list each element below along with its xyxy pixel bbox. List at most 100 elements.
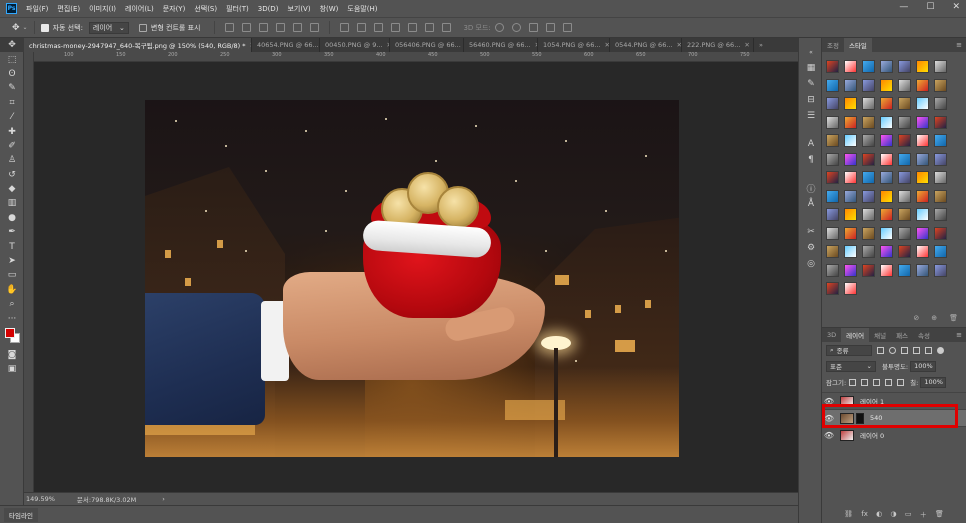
style-preset-swatch[interactable] bbox=[844, 152, 857, 166]
style-preset-swatch[interactable] bbox=[826, 282, 839, 295]
adjustments-panel-icon[interactable]: ⊟ bbox=[799, 92, 823, 108]
filter-toggle-icon[interactable] bbox=[937, 346, 944, 354]
style-preset-swatch[interactable] bbox=[934, 60, 947, 73]
tab-1054[interactable]: 1054.PNG @ 66... ✕ bbox=[538, 38, 610, 52]
style-preset-swatch[interactable] bbox=[880, 152, 893, 166]
style-preset-swatch[interactable] bbox=[826, 115, 839, 129]
style-preset-swatch[interactable] bbox=[844, 282, 857, 295]
tab-styles[interactable]: 스타일 bbox=[843, 38, 872, 52]
menu-help[interactable]: 도움말(H) bbox=[347, 4, 377, 14]
new-group-icon[interactable]: ▭ bbox=[905, 510, 912, 520]
style-preset-swatch[interactable] bbox=[934, 245, 947, 258]
style-preset-swatch[interactable] bbox=[880, 171, 893, 184]
style-preset-swatch[interactable] bbox=[934, 97, 947, 110]
shape-tool-icon[interactable]: ▭ bbox=[0, 268, 24, 282]
tab-paths[interactable]: 패스 bbox=[891, 328, 913, 342]
history-panel-icon[interactable]: ▦ bbox=[799, 60, 823, 76]
status-menu-arrow[interactable]: › bbox=[162, 495, 165, 503]
align-right-icon[interactable] bbox=[310, 23, 320, 32]
style-preset-swatch[interactable] bbox=[844, 78, 857, 92]
style-preset-swatch[interactable] bbox=[844, 263, 857, 277]
style-preset-swatch[interactable] bbox=[916, 60, 929, 73]
tab-056406[interactable]: 056406.PNG @ 66... ✕ bbox=[390, 38, 464, 52]
more-tools-icon[interactable]: ··· bbox=[0, 311, 24, 325]
zoom-tool-icon[interactable]: ⌕ bbox=[0, 297, 24, 311]
distribute-top-icon[interactable] bbox=[340, 23, 350, 32]
auto-select-checkbox[interactable] bbox=[40, 23, 49, 32]
style-preset-swatch[interactable] bbox=[844, 60, 857, 73]
brush-tool-icon[interactable]: ✐ bbox=[0, 139, 24, 153]
delete-style-icon[interactable]: 🗑 bbox=[949, 314, 958, 322]
menu-type[interactable]: 문자(Y) bbox=[163, 4, 186, 14]
style-preset-swatch[interactable] bbox=[826, 263, 839, 277]
menu-3d[interactable]: 3D(D) bbox=[258, 5, 279, 13]
distribute-hcenter-icon[interactable] bbox=[408, 23, 418, 32]
clear-style-icon[interactable]: ⊘ bbox=[913, 314, 919, 322]
delete-layer-icon[interactable]: 🗑 bbox=[935, 510, 944, 520]
style-preset-swatch[interactable] bbox=[826, 134, 839, 147]
filter-type-icon[interactable] bbox=[901, 346, 908, 354]
style-preset-swatch[interactable] bbox=[898, 78, 911, 92]
pen-tool-icon[interactable]: ✒ bbox=[0, 225, 24, 239]
style-preset-swatch[interactable] bbox=[898, 152, 911, 166]
distribute-right-icon[interactable] bbox=[425, 23, 435, 32]
add-mask-icon[interactable]: ◐ bbox=[876, 510, 882, 520]
hand-tool-icon[interactable]: ✋ bbox=[0, 283, 24, 297]
style-preset-swatch[interactable] bbox=[862, 189, 875, 203]
3d-slide-icon[interactable] bbox=[545, 23, 555, 32]
style-preset-swatch[interactable] bbox=[898, 171, 911, 184]
3d-roll-icon[interactable] bbox=[511, 23, 521, 32]
style-preset-swatch[interactable] bbox=[898, 134, 911, 147]
tab-0544[interactable]: 0544.PNG @ 66... ✕ bbox=[610, 38, 682, 52]
style-preset-swatch[interactable] bbox=[844, 97, 857, 110]
lock-artboard-icon[interactable] bbox=[885, 378, 893, 386]
layer-filter-dropdown[interactable]: ⌕ 종류 bbox=[826, 344, 872, 356]
move-tool-icon[interactable]: ✥ bbox=[0, 38, 24, 53]
distribute-vcenter-icon[interactable] bbox=[357, 23, 367, 32]
style-preset-swatch[interactable] bbox=[826, 152, 839, 166]
tab-00450[interactable]: 00450.PNG @ 9... ✕ bbox=[320, 38, 390, 52]
tab-56460[interactable]: 56460.PNG @ 66... ✕ bbox=[464, 38, 538, 52]
style-preset-swatch[interactable] bbox=[862, 134, 875, 147]
layer-style-icon[interactable]: fx bbox=[861, 510, 868, 520]
distribute-bottom-icon[interactable] bbox=[374, 23, 384, 32]
style-preset-swatch[interactable] bbox=[934, 134, 947, 147]
timeline-tab[interactable]: 타임라인 bbox=[4, 507, 38, 522]
style-preset-swatch[interactable] bbox=[862, 171, 875, 184]
libraries-icon[interactable]: ◎ bbox=[799, 256, 823, 272]
style-preset-swatch[interactable] bbox=[844, 115, 857, 129]
style-preset-swatch[interactable] bbox=[880, 60, 893, 73]
style-preset-swatch[interactable] bbox=[916, 226, 929, 240]
align-hcenter-icon[interactable] bbox=[293, 23, 303, 32]
visibility-eye-icon[interactable]: 👁 bbox=[822, 431, 836, 440]
healing-tool-icon[interactable]: ✚ bbox=[0, 124, 24, 138]
style-preset-swatch[interactable] bbox=[880, 115, 893, 129]
lasso-tool-icon[interactable]: ʘ bbox=[0, 67, 24, 81]
filter-adjustment-icon[interactable] bbox=[889, 346, 896, 354]
menu-filter[interactable]: 필터(T) bbox=[226, 4, 249, 14]
minimize-icon[interactable]: — bbox=[899, 2, 908, 12]
style-preset-swatch[interactable] bbox=[826, 226, 839, 240]
quick-mask-icon[interactable]: ◙ bbox=[0, 348, 24, 362]
new-layer-icon[interactable]: ＋ bbox=[920, 510, 927, 520]
foreground-color[interactable] bbox=[5, 327, 15, 338]
zoom-level[interactable]: 149.59% bbox=[26, 495, 55, 503]
style-preset-swatch[interactable] bbox=[898, 245, 911, 258]
tab-40654[interactable]: 40654.PNG @ 66... ✕ bbox=[252, 38, 320, 52]
canvas-area[interactable] bbox=[34, 62, 798, 492]
chevron-down-icon[interactable]: ⌄ bbox=[23, 24, 28, 31]
history-brush-tool-icon[interactable]: ↺ bbox=[0, 168, 24, 182]
path-select-tool-icon[interactable]: ➤ bbox=[0, 254, 24, 268]
style-preset-swatch[interactable] bbox=[826, 60, 839, 73]
style-preset-swatch[interactable] bbox=[880, 134, 893, 147]
fill-input[interactable]: 100% bbox=[920, 376, 947, 388]
character-panel-icon[interactable]: A bbox=[799, 136, 823, 152]
tab-adjustments[interactable]: 조정 bbox=[822, 38, 844, 52]
style-preset-swatch[interactable] bbox=[916, 115, 929, 129]
filter-pixel-icon[interactable] bbox=[877, 346, 884, 354]
style-preset-swatch[interactable] bbox=[862, 97, 875, 110]
close-icon[interactable]: ✕ bbox=[952, 2, 960, 12]
style-preset-swatch[interactable] bbox=[862, 78, 875, 92]
tab-222[interactable]: 222.PNG @ 66... ✕ bbox=[682, 38, 754, 52]
transform-controls-checkbox[interactable] bbox=[138, 23, 147, 32]
